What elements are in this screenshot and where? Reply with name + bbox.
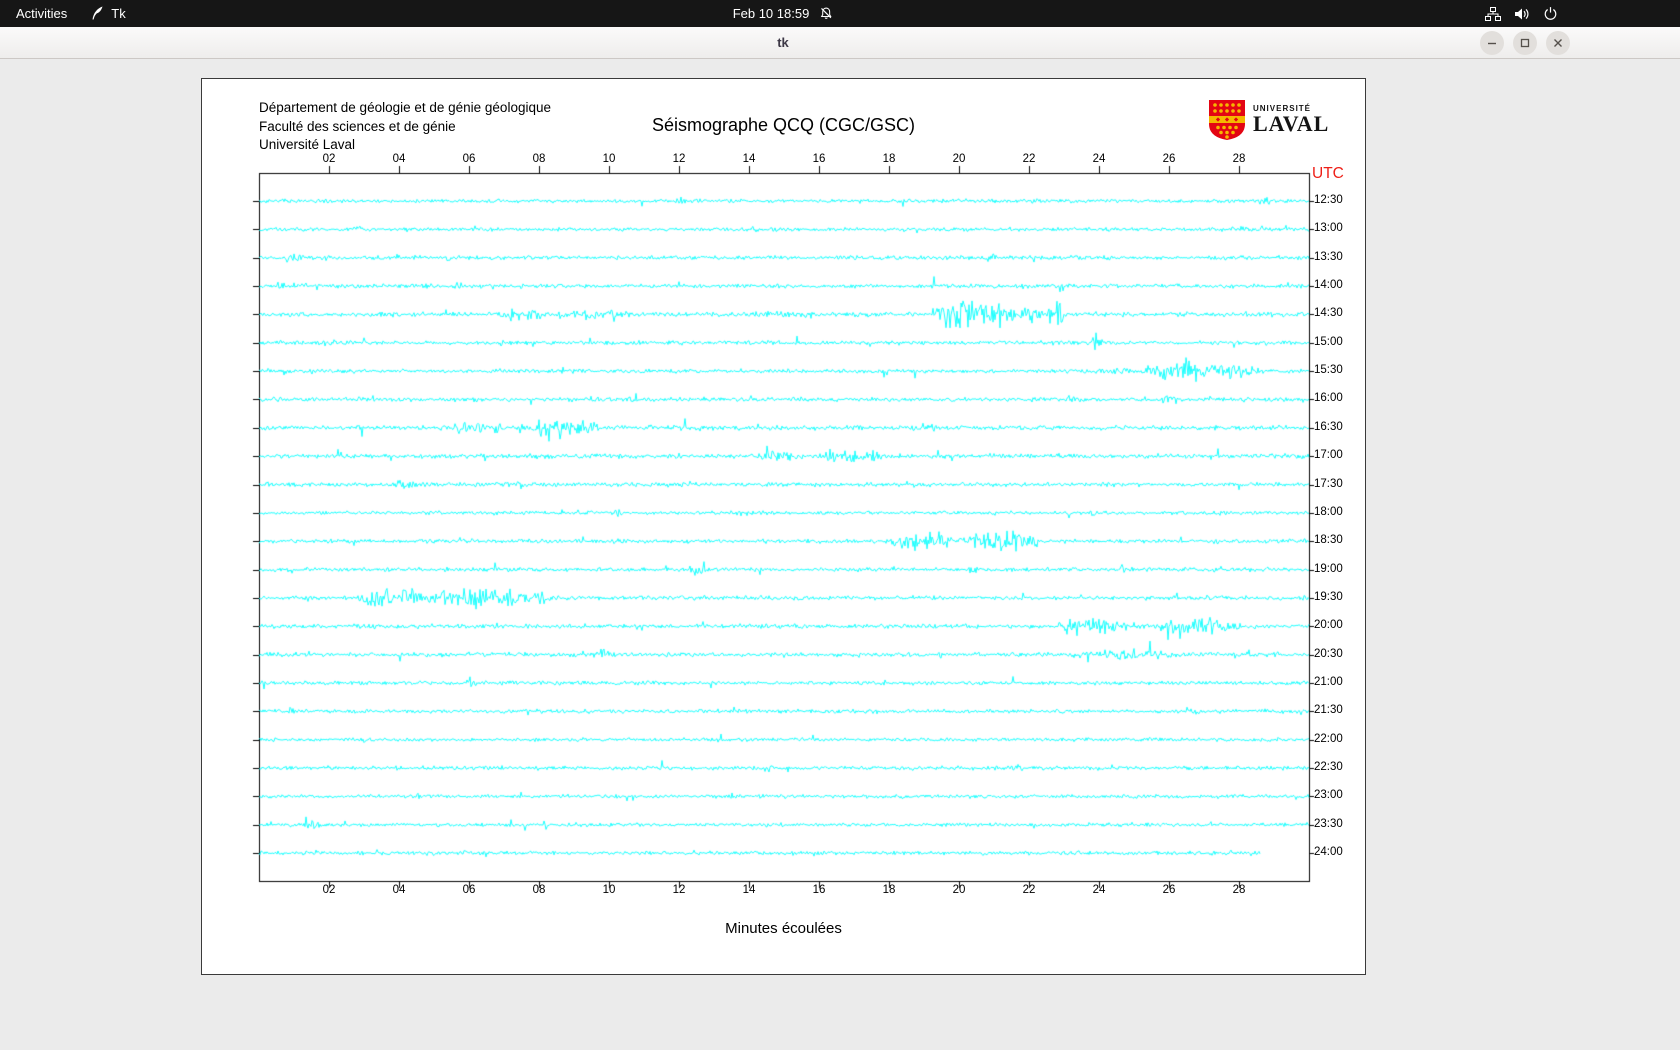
x-axis-top: 02 04 06 08 10 12 14 16 18 20 22 24 26 28 [202,153,1365,169]
app-indicator[interactable]: Tk [91,6,125,21]
x-tick-label: 06 [463,153,476,165]
time-row-label: 19:30 [1314,591,1343,603]
time-row-label: 14:30 [1314,307,1343,319]
utc-label: UTC [1312,165,1344,183]
x-tick-label: 04 [393,884,406,896]
time-row-label: 20:30 [1314,648,1343,660]
x-tick-label: 22 [1023,884,1036,896]
time-row-label: 20:00 [1314,619,1343,631]
time-row-label: 13:00 [1314,222,1343,234]
x-tick-label: 28 [1233,153,1246,165]
gnome-top-bar: Activities Tk Feb 10 18:59 [0,0,1680,27]
time-row-label: 18:00 [1314,506,1343,518]
x-axis-bottom: 02 04 06 08 10 12 14 16 18 20 22 24 26 28 [202,884,1365,900]
maximize-button[interactable] [1513,31,1537,55]
x-tick-label: 02 [323,153,336,165]
x-tick-label: 12 [673,884,686,896]
close-icon [1553,38,1563,48]
time-row-label: 22:00 [1314,733,1343,745]
x-tick-label: 20 [953,884,966,896]
clock-button[interactable]: Feb 10 18:59 [733,0,834,27]
time-row-label: 24:00 [1314,846,1343,858]
x-tick-label: 26 [1163,153,1176,165]
window-title: tk [777,27,789,59]
time-row-label: 12:30 [1314,194,1343,206]
x-tick-label: 18 [883,153,896,165]
tk-feather-icon [91,6,104,21]
window-content: Département de géologie et de génie géol… [0,60,1680,1050]
x-tick-label: 28 [1233,884,1246,896]
maximize-icon [1520,38,1530,48]
network-icon [1485,7,1501,21]
time-row-label: 21:30 [1314,704,1343,716]
x-tick-label: 06 [463,884,476,896]
x-tick-label: 08 [533,153,546,165]
laval-logo-text: UNIVERSITÉ LAVAL [1253,99,1329,135]
time-row-label: 18:30 [1314,534,1343,546]
time-row-label: 23:00 [1314,789,1343,801]
laval-shield-icon [1208,99,1246,141]
power-icon [1543,6,1558,21]
x-tick-label: 20 [953,153,966,165]
window-controls [1480,31,1570,55]
x-tick-label: 10 [603,884,616,896]
time-row-label: 16:30 [1314,421,1343,433]
x-tick-label: 24 [1093,884,1106,896]
system-status-area[interactable] [1485,0,1558,27]
x-tick-label: 18 [883,884,896,896]
x-tick-label: 14 [743,884,756,896]
time-row-label: 15:00 [1314,336,1343,348]
minimize-button[interactable] [1480,31,1504,55]
x-tick-label: 14 [743,153,756,165]
x-tick-label: 16 [813,884,826,896]
x-axis-title: Minutes écoulées [202,920,1365,937]
x-tick-label: 12 [673,153,686,165]
time-row-label: 14:00 [1314,279,1343,291]
x-tick-label: 26 [1163,884,1176,896]
time-row-label: 19:00 [1314,563,1343,575]
volume-icon [1514,7,1530,21]
close-button[interactable] [1546,31,1570,55]
window-titlebar[interactable]: tk [0,27,1680,59]
x-tick-label: 02 [323,884,336,896]
time-row-label: 15:30 [1314,364,1343,376]
time-row-label: 17:30 [1314,478,1343,490]
time-row-label: 16:00 [1314,392,1343,404]
seismogram-canvas [202,149,1367,894]
x-tick-label: 16 [813,153,826,165]
time-row-label: 22:30 [1314,761,1343,773]
x-tick-label: 10 [603,153,616,165]
logo-laval-label: LAVAL [1253,113,1329,135]
minimize-icon [1487,38,1497,48]
time-row-label: 17:00 [1314,449,1343,461]
activities-button[interactable]: Activities [16,6,67,21]
app-indicator-label: Tk [111,6,125,21]
x-tick-label: 24 [1093,153,1106,165]
x-tick-label: 04 [393,153,406,165]
time-row-label: 23:30 [1314,818,1343,830]
top-bar-left: Activities Tk [0,0,126,27]
x-tick-label: 22 [1023,153,1036,165]
x-tick-label: 08 [533,884,546,896]
clock-label: Feb 10 18:59 [733,6,810,21]
time-row-label: 13:30 [1314,251,1343,263]
time-row-label: 21:00 [1314,676,1343,688]
chart-title: Séismographe QCQ (CGC/GSC) [202,115,1365,136]
seismograph-panel: Département de géologie et de génie géol… [201,78,1366,975]
universite-laval-logo: UNIVERSITÉ LAVAL [1208,99,1329,141]
notifications-muted-icon [818,6,833,21]
